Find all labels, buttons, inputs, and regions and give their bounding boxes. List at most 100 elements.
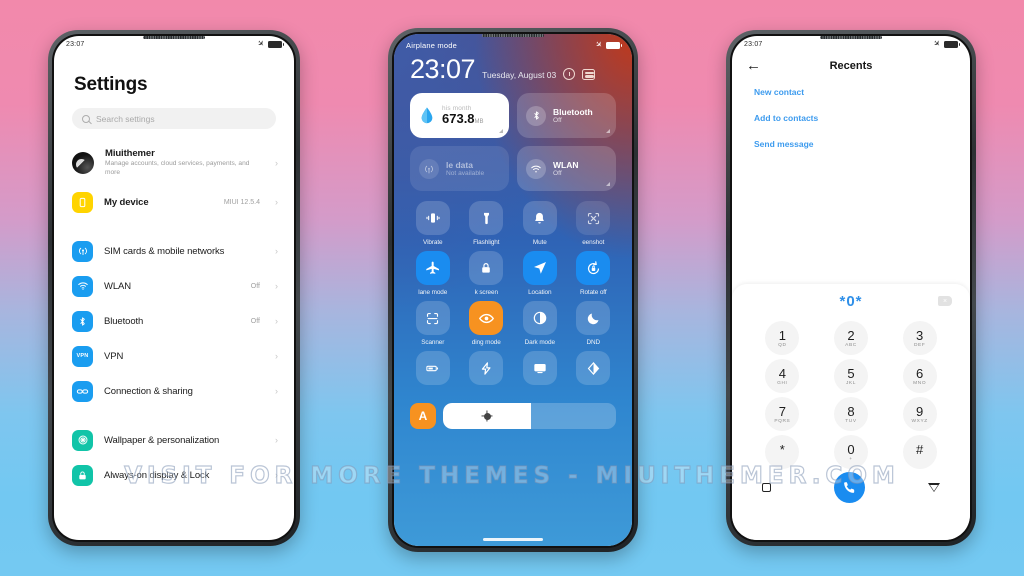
data-usage-card[interactable]: his month 673.8MB (410, 93, 509, 138)
square-icon[interactable] (762, 483, 771, 492)
chevron-right-icon: › (275, 351, 278, 362)
dialpad-key-7[interactable]: 7 PQRS (748, 396, 817, 432)
key-digit: 7 (778, 403, 786, 419)
row-label: Wallpaper & personalization (104, 434, 220, 446)
toggle-battery-saver[interactable] (408, 351, 458, 389)
key-letters: MNO (913, 380, 927, 386)
alarm-icon[interactable] (563, 68, 576, 80)
dialpad-key-star[interactable]: * (748, 434, 817, 470)
settings-row-my-device[interactable]: My device MIUI 12.5.4 › (54, 185, 294, 220)
search-input[interactable]: Search settings (72, 108, 276, 129)
flashlight-icon (469, 201, 504, 235)
dialpad-key-0[interactable]: 0 + (817, 434, 886, 470)
contact-actions: New contact Add to contacts Send message (732, 73, 970, 149)
sun-icon (483, 412, 491, 420)
toggle-vibrate[interactable]: Vibrate (408, 201, 458, 246)
wlan-tile[interactable]: WLAN Off (517, 146, 616, 191)
toggle-cast[interactable] (515, 351, 565, 389)
dialpad-key-hash[interactable]: # (885, 434, 954, 470)
quick-toggles-grid: Vibrate Flashlight Mute eenshot lane mod… (394, 191, 632, 389)
toggle-airplane-mode[interactable]: lane mode (408, 251, 458, 296)
big-tiles-row-1: his month 673.8MB Bluetooth Off (394, 83, 632, 138)
new-contact-link[interactable]: New contact (754, 87, 948, 97)
toggle-label: k screen (474, 289, 498, 296)
settings-row-connection-sharing[interactable]: Connection & sharing › (54, 374, 294, 409)
tile-state: Not available (446, 170, 485, 177)
battery-icon (944, 40, 960, 48)
list-divider (54, 409, 294, 423)
key-letters: TUV (845, 418, 857, 424)
key-digit: 6 (916, 365, 924, 381)
sim-signal-icon (72, 240, 93, 262)
toggle-screenshot[interactable]: eenshot (569, 201, 619, 246)
settings-row-always-on-display[interactable]: Always-on display & Lock › (54, 458, 294, 493)
tile-name: le data (446, 160, 473, 170)
airplane-mode-label: Airplane mode (406, 40, 457, 50)
settings-row-wallpaper[interactable]: Wallpaper & personalization › (54, 423, 294, 458)
toggle-flashlight[interactable]: Flashlight (462, 201, 512, 246)
settings-row-vpn[interactable]: VPN VPN › (54, 339, 294, 374)
bluetooth-icon (72, 310, 93, 332)
airplane-mode-icon: ✈ (593, 39, 605, 51)
toggle-location[interactable]: Location (515, 251, 565, 296)
bluetooth-tile[interactable]: Bluetooth Off (517, 93, 616, 138)
settings-row-wlan[interactable]: WLAN Off › (54, 269, 294, 304)
toggle-reading-mode[interactable]: ding mode (462, 301, 512, 346)
status-time: 23:07 (66, 40, 85, 48)
auto-brightness-button[interactable]: A (410, 403, 436, 429)
settings-row-sim-cards[interactable]: SIM cards & mobile networks › (54, 234, 294, 269)
chevron-right-icon: › (275, 316, 278, 327)
key-digit: 5 (847, 365, 855, 381)
triangle-back-icon[interactable] (928, 483, 940, 492)
dialpad-key-8[interactable]: 8 TUV (817, 396, 886, 432)
call-icon[interactable] (834, 472, 865, 503)
earpiece-speaker (820, 36, 882, 39)
row-subtitle: Manage accounts, cloud services, payment… (105, 160, 250, 176)
toggle-dark-mode[interactable]: Dark mode (515, 301, 565, 346)
dialpad-key-4[interactable]: 4 GHI (748, 358, 817, 394)
settings-row-account[interactable]: Miuithemer Manage accounts, cloud servic… (54, 141, 294, 185)
toggle-rotate-off[interactable]: Rotate off (569, 251, 619, 296)
bluetooth-icon (526, 105, 546, 126)
key-digit: 1 (778, 327, 786, 343)
earpiece-speaker (482, 34, 544, 37)
send-message-link[interactable]: Send message (754, 139, 948, 149)
chevron-right-icon: › (275, 157, 278, 168)
settings-row-bluetooth[interactable]: Bluetooth Off › (54, 304, 294, 339)
key-letters: QD (778, 342, 787, 348)
toggle-reading-light[interactable] (569, 351, 619, 389)
settings-toggle-icon[interactable] (582, 69, 596, 80)
mobile-data-tile[interactable]: le data Not available (410, 146, 509, 191)
key-letters: + (849, 456, 853, 462)
data-drop-icon (421, 107, 433, 124)
home-indicator[interactable] (483, 538, 543, 541)
dialpad-key-2[interactable]: 2 ABC (817, 320, 886, 356)
toggle-label: Dark mode (524, 339, 555, 346)
expand-corner-icon[interactable] (606, 182, 610, 186)
contrast-icon (522, 301, 557, 335)
toggle-quick-charge[interactable] (462, 351, 512, 389)
vibrate-icon (415, 201, 450, 235)
expand-corner-icon[interactable] (606, 129, 610, 133)
add-to-contacts-link[interactable]: Add to contacts (754, 113, 948, 123)
brightness-slider[interactable] (443, 403, 616, 429)
brightness-slider-fill (443, 403, 532, 429)
scanner-icon (415, 301, 450, 335)
toggle-dnd[interactable]: DND (569, 301, 619, 346)
search-placeholder: Search settings (96, 113, 155, 124)
toggle-scanner[interactable]: Scanner (408, 301, 458, 346)
toggle-label: Flashlight (473, 239, 500, 246)
link-icon (72, 380, 93, 402)
dialpad-key-3[interactable]: 3 DEF (885, 320, 954, 356)
settings-list: Miuithemer Manage accounts, cloud servic… (54, 141, 294, 493)
dialpad-key-6[interactable]: 6 MNO (885, 358, 954, 394)
dialpad-key-5[interactable]: 5 JKL (817, 358, 886, 394)
dialpad-key-1[interactable]: 1 QD (748, 320, 817, 356)
toggle-mute[interactable]: Mute (515, 201, 565, 246)
toggle-label: lane mode (418, 289, 448, 296)
backspace-icon[interactable]: × (938, 296, 952, 306)
toggle-lock-screen[interactable]: k screen (462, 251, 512, 296)
key-letters: DEF (913, 342, 926, 348)
dialpad-key-9[interactable]: 9 WXYZ (885, 396, 954, 432)
expand-corner-icon[interactable] (499, 129, 503, 133)
